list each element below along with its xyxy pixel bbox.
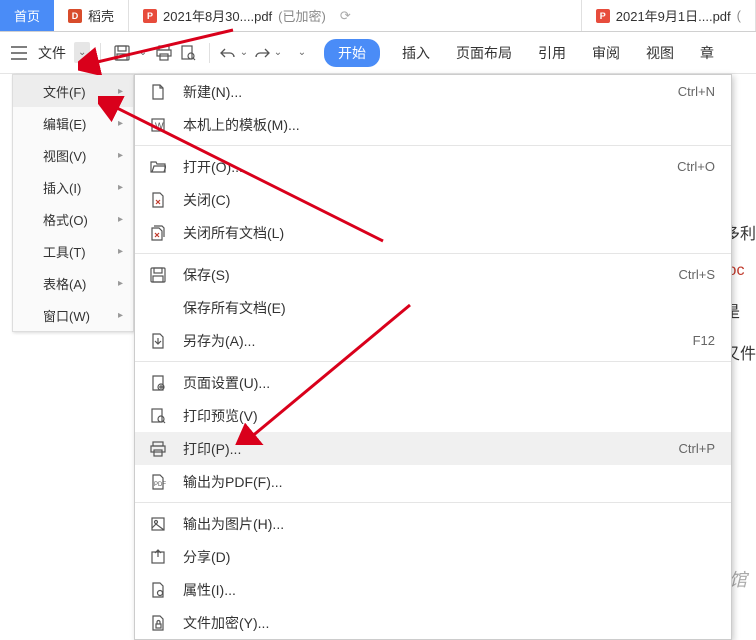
ribbon-tab-view[interactable]: 视图 bbox=[642, 39, 678, 67]
annotation-arrow bbox=[235, 300, 415, 445]
side-item-label: 格式(O) bbox=[43, 210, 88, 229]
chevron-down-icon[interactable]: ⌄ bbox=[294, 47, 310, 58]
menu-label: 属性(I)... bbox=[183, 580, 715, 600]
menu-shortcut: Ctrl+P bbox=[679, 441, 715, 456]
side-item-label: 插入(I) bbox=[43, 178, 81, 197]
svg-text:PDF: PDF bbox=[154, 482, 166, 488]
menu-icon[interactable] bbox=[8, 42, 30, 64]
menu-page-setup[interactable]: 页面设置(U)... bbox=[135, 366, 731, 399]
ribbon-tab-section[interactable]: 章 bbox=[696, 39, 718, 67]
fire-icon: D bbox=[68, 9, 82, 23]
side-item-label: 窗口(W) bbox=[43, 306, 90, 325]
menu-label: 输出为PDF(F)... bbox=[183, 472, 715, 492]
save-as-icon bbox=[147, 330, 169, 352]
tab-pdf2-name: 2021年9月1日....pdf bbox=[616, 6, 731, 25]
menu-label: 文件加密(Y)... bbox=[183, 613, 715, 633]
tab-refresh-icon[interactable]: ⟳ bbox=[340, 8, 351, 24]
ribbon-tab-review[interactable]: 审阅 bbox=[588, 39, 624, 67]
side-item-label: 文件(F) bbox=[43, 82, 86, 101]
chevron-down-icon[interactable]: ⌄ bbox=[236, 47, 252, 58]
menu-print[interactable]: 打印(P)... Ctrl+P bbox=[135, 432, 731, 465]
menu-separator bbox=[135, 361, 731, 362]
tab-pdf-2[interactable]: P 2021年9月1日....pdf ( bbox=[582, 0, 756, 31]
annotation-arrow bbox=[98, 96, 388, 246]
ribbon-tabs: 开始 插入 页面布局 引用 审阅 视图 章 bbox=[324, 39, 718, 67]
menu-separator bbox=[135, 502, 731, 503]
pdf-icon: P bbox=[143, 9, 157, 23]
tab-home-label: 首页 bbox=[14, 6, 40, 25]
chevron-right-icon: ▸ bbox=[118, 86, 123, 97]
page-setup-icon bbox=[147, 372, 169, 394]
ribbon-tab-start[interactable]: 开始 bbox=[324, 39, 380, 67]
tab-docell-label: 稻壳 bbox=[88, 6, 114, 25]
side-item-label: 编辑(E) bbox=[43, 114, 86, 133]
save-icon bbox=[147, 264, 169, 286]
annotation-arrow bbox=[78, 25, 238, 75]
menu-print-preview[interactable]: 打印预览(V) bbox=[135, 399, 731, 432]
lock-icon bbox=[147, 612, 169, 634]
menu-properties[interactable]: 属性(I)... bbox=[135, 573, 731, 606]
share-icon bbox=[147, 546, 169, 568]
redo-button[interactable]: ⌄ bbox=[254, 46, 286, 60]
menu-save[interactable]: 保存(S) Ctrl+S bbox=[135, 258, 731, 291]
chevron-right-icon: ▸ bbox=[118, 246, 123, 257]
menu-label: 输出为图片(H)... bbox=[183, 514, 715, 534]
pdf-icon: P bbox=[596, 9, 610, 23]
tab-pdf1-suffix: (已加密) bbox=[278, 6, 326, 25]
pdf-export-icon: PDF bbox=[147, 471, 169, 493]
menu-share[interactable]: 分享(D) bbox=[135, 540, 731, 573]
menu-label: 分享(D) bbox=[183, 547, 715, 567]
file-menu-trigger[interactable]: 文件 bbox=[32, 43, 72, 63]
side-item-label: 视图(V) bbox=[43, 146, 86, 165]
menu-shortcut: Ctrl+N bbox=[678, 84, 715, 99]
tab-pdf2-suffix: ( bbox=[737, 8, 741, 23]
menu-separator bbox=[135, 253, 731, 254]
side-item-label: 表格(A) bbox=[43, 274, 86, 293]
ribbon-tab-references[interactable]: 引用 bbox=[534, 39, 570, 67]
menu-shortcut: Ctrl+S bbox=[679, 267, 715, 282]
menu-export-pdf[interactable]: PDF 输出为PDF(F)... bbox=[135, 465, 731, 498]
image-export-icon bbox=[147, 513, 169, 535]
ribbon-tab-page-layout[interactable]: 页面布局 bbox=[452, 39, 516, 67]
menu-shortcut: F12 bbox=[693, 333, 715, 348]
menu-label: 保存(S) bbox=[183, 265, 679, 285]
chevron-down-icon[interactable]: ⌄ bbox=[270, 47, 286, 58]
ribbon-tab-insert[interactable]: 插入 bbox=[398, 39, 434, 67]
side-item-window[interactable]: 窗口(W) ▸ bbox=[13, 299, 133, 331]
print-preview-icon bbox=[147, 405, 169, 427]
tab-pdf1-name: 2021年8月30....pdf bbox=[163, 6, 272, 25]
side-item-label: 工具(T) bbox=[43, 242, 86, 261]
print-icon bbox=[147, 438, 169, 460]
side-item-table[interactable]: 表格(A) ▸ bbox=[13, 267, 133, 299]
properties-icon bbox=[147, 579, 169, 601]
menu-save-all[interactable]: 保存所有文档(E) bbox=[135, 291, 731, 324]
menu-save-as[interactable]: 另存为(A)... F12 bbox=[135, 324, 731, 357]
blank-icon bbox=[147, 297, 169, 319]
tab-home[interactable]: 首页 bbox=[0, 0, 54, 31]
menu-encrypt[interactable]: 文件加密(Y)... bbox=[135, 606, 731, 639]
menu-shortcut: Ctrl+O bbox=[677, 159, 715, 174]
menu-export-image[interactable]: 输出为图片(H)... bbox=[135, 507, 731, 540]
chevron-right-icon: ▸ bbox=[118, 310, 123, 321]
chevron-right-icon: ▸ bbox=[118, 278, 123, 289]
